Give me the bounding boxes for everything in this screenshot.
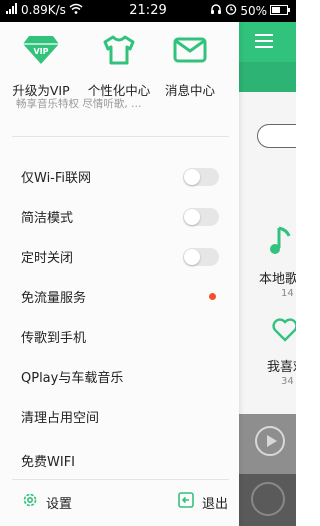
simple-mode-toggle[interactable] <box>183 208 219 226</box>
side-drawer: VIP 升级为VIP 个性化中心 消息中心 畅享音乐特权 尽情听歌, … 仅Wi… <box>0 22 239 526</box>
menu-item-free-data[interactable]: 免流量服务 <box>0 276 239 316</box>
bg-header-stripe <box>239 62 296 92</box>
menu-icon[interactable] <box>255 34 273 48</box>
menu-item-qplay-car[interactable]: QPlay与车载音乐 <box>0 356 239 396</box>
exit-label: 退出 <box>202 496 229 512</box>
favorites-count: 34 <box>281 376 294 387</box>
menu-item-sleep-timer[interactable]: 定时关闭 <box>0 236 239 276</box>
background-app: 本地歌 14 我喜欢 34 <box>239 22 296 526</box>
settings-button[interactable]: 设置 <box>22 490 72 514</box>
music-note-icon <box>269 226 293 262</box>
vip-subtitle: 畅享音乐特权 尽情听歌, … <box>16 98 142 110</box>
heart-icon <box>272 318 296 347</box>
alarm-icon <box>225 3 237 18</box>
message-center-button[interactable]: 消息中心 <box>153 32 227 99</box>
menu-item-transfer-to-phone[interactable]: 传歌到手机 <box>0 316 239 356</box>
wifi-only-toggle[interactable] <box>183 168 219 186</box>
svg-text:VIP: VIP <box>33 47 48 56</box>
menu-item-simple-mode[interactable]: 简洁模式 <box>0 196 239 236</box>
menu-item-wifi-only[interactable]: 仅Wi-Fi联网 <box>0 156 239 196</box>
tshirt-icon <box>82 32 156 68</box>
notification-dot <box>209 293 216 300</box>
menu-item-label: 简洁模式 <box>21 211 74 226</box>
menu-item-label: 清理占用空间 <box>21 411 100 426</box>
menu-item-label: 定时关闭 <box>21 251 74 266</box>
local-music-count: 14 <box>281 288 294 299</box>
exit-icon <box>178 492 194 512</box>
vip-diamond-icon: VIP <box>4 32 78 68</box>
gear-icon <box>22 492 38 512</box>
favorites-label[interactable]: 我喜欢 <box>267 356 296 375</box>
message-center-label: 消息中心 <box>164 83 215 98</box>
menu-item-label: 传歌到手机 <box>21 331 87 346</box>
battery-icon <box>270 4 290 18</box>
menu-item-label: QPlay与车载音乐 <box>21 371 124 386</box>
divider <box>12 136 229 137</box>
settings-label: 设置 <box>46 496 73 512</box>
menu-item-label: 仅Wi-Fi联网 <box>21 171 92 186</box>
menu-item-free-wifi[interactable]: 免费WIFI <box>0 440 239 480</box>
mail-icon <box>153 32 227 68</box>
menu-item-label: 免流量服务 <box>21 291 87 306</box>
divider <box>12 479 229 480</box>
battery-percent: 50% <box>240 3 267 18</box>
disc-icon[interactable] <box>251 482 285 516</box>
status-bar: 0.89K/s 21:29 50% <box>0 0 296 22</box>
bg-search-pill[interactable] <box>257 124 296 148</box>
play-icon[interactable] <box>255 426 285 456</box>
sleep-timer-toggle[interactable] <box>183 248 219 266</box>
headset-icon <box>210 3 222 18</box>
local-music-label[interactable]: 本地歌 <box>259 268 296 287</box>
upgrade-vip-button[interactable]: VIP 升级为VIP <box>4 32 78 99</box>
exit-button[interactable]: 退出 <box>178 490 228 514</box>
personalization-center-button[interactable]: 个性化中心 <box>82 32 156 99</box>
menu-item-label: 免费WIFI <box>21 455 75 470</box>
menu-item-clear-storage[interactable]: 清理占用空间 <box>0 396 239 436</box>
